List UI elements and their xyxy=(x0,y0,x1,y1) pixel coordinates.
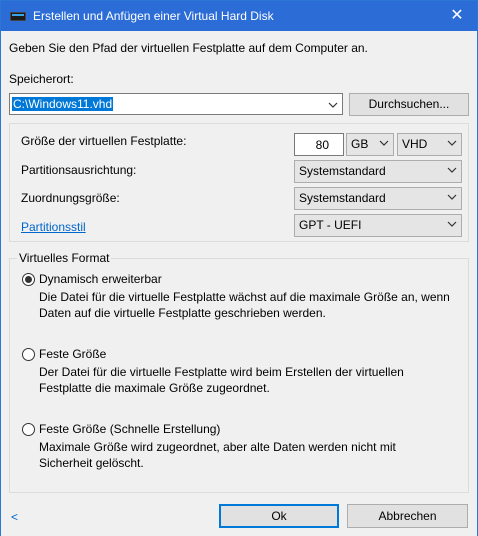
size-unit-value: GB xyxy=(351,137,369,151)
size-input[interactable]: 80 xyxy=(294,133,344,156)
option-fixed-description: Der Datei für die virtuelle Festplatte w… xyxy=(39,365,404,395)
radio-fixed-fast[interactable] xyxy=(22,423,35,436)
location-label: Speicherort: xyxy=(9,72,74,86)
alignment-label: Partitionsausrichtung: xyxy=(21,163,137,177)
size-value: 80 xyxy=(315,138,329,152)
title-bar[interactable]: Erstellen und Anfügen einer Virtual Hard… xyxy=(1,1,477,31)
chevron-down-icon xyxy=(447,138,457,148)
dialog-window: Erstellen und Anfügen einer Virtual Hard… xyxy=(0,0,478,536)
chevron-down-icon xyxy=(447,219,457,229)
option-fixed-fast-label[interactable]: Feste Größe (Schnelle Erstellung) xyxy=(39,422,220,436)
location-input[interactable]: C:\Windows11.vhd xyxy=(12,97,114,111)
allocation-dropdown[interactable]: Systemstandard xyxy=(294,187,462,210)
option-fixed-label[interactable]: Feste Größe xyxy=(39,347,106,361)
disk-type-value: VHD xyxy=(402,137,428,151)
size-unit-dropdown[interactable]: GB xyxy=(346,133,394,156)
option-dynamic-description: Die Datei für die virtuelle Festplatte w… xyxy=(39,290,450,320)
virtual-disk-icon xyxy=(10,12,26,21)
alignment-dropdown[interactable]: Systemstandard xyxy=(294,160,462,183)
alignment-value: Systemstandard xyxy=(299,164,386,178)
close-button[interactable]: ✕ xyxy=(437,1,477,31)
option-fixed-fast-description: Maximale Größe wird zugeordnet, aber alt… xyxy=(39,440,396,470)
partition-style-dropdown[interactable]: GPT - UEFI xyxy=(294,214,462,237)
size-label: Größe der virtuellen Festplatte: xyxy=(21,134,187,148)
back-link[interactable]: < xyxy=(11,510,18,524)
disk-type-dropdown[interactable]: VHD xyxy=(397,133,462,156)
allocation-label: Zuordnungsgröße: xyxy=(21,191,120,205)
cancel-button[interactable]: Abbrechen xyxy=(347,504,468,528)
partition-style-value: GPT - UEFI xyxy=(299,218,362,232)
browse-button[interactable]: Durchsuchen... xyxy=(349,93,469,116)
dialog-body: Geben Sie den Pfad der virtuellen Festpl… xyxy=(1,31,477,536)
radio-dynamic[interactable] xyxy=(22,273,35,286)
window-title: Erstellen und Anfügen einer Virtual Hard… xyxy=(33,9,274,23)
allocation-value: Systemstandard xyxy=(299,191,386,205)
chevron-down-icon[interactable] xyxy=(328,99,338,113)
intro-text: Geben Sie den Pfad der virtuellen Festpl… xyxy=(9,41,368,55)
chevron-down-icon xyxy=(379,138,389,148)
radio-fixed[interactable] xyxy=(22,348,35,361)
partition-style-link[interactable]: Partitionsstil xyxy=(21,220,86,234)
chevron-down-icon xyxy=(447,192,457,202)
chevron-down-icon xyxy=(447,165,457,175)
location-combobox[interactable]: C:\Windows11.vhd xyxy=(9,93,343,115)
option-dynamic-label[interactable]: Dynamisch erweiterbar xyxy=(39,272,162,286)
ok-button[interactable]: Ok xyxy=(219,504,339,528)
virtual-format-label: Virtuelles Format xyxy=(17,251,112,265)
